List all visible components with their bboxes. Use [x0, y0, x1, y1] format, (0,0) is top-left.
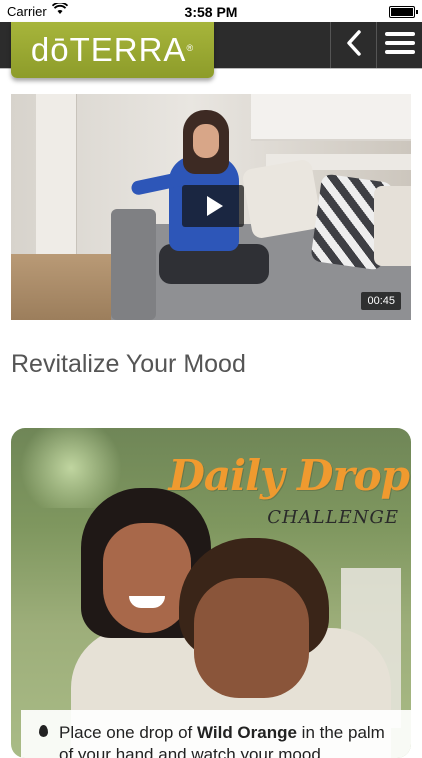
daily-drop-card[interactable]: Daily Drop CHALLENGE Place one drop of W…	[11, 428, 411, 758]
tip-prefix: Place one drop of	[59, 723, 197, 742]
registered-mark: ®	[186, 43, 195, 53]
play-icon	[207, 196, 223, 216]
card-subheading: CHALLENGE	[267, 507, 399, 528]
video-scene-sofa-arm	[111, 209, 156, 320]
chevron-left-icon	[346, 29, 362, 61]
video-scene-person	[193, 124, 219, 158]
brand-name: dōTERRA	[30, 31, 187, 68]
play-button[interactable]	[182, 185, 244, 227]
back-button[interactable]	[331, 22, 376, 68]
card-heading: Daily Drop	[168, 451, 410, 500]
menu-button[interactable]	[377, 22, 422, 68]
video-player[interactable]: 00:45	[11, 94, 411, 320]
video-scene-door	[36, 94, 77, 259]
section-title: Revitalize Your Mood	[11, 350, 246, 378]
card-photo-mother	[103, 523, 191, 633]
video-duration: 00:45	[361, 292, 401, 310]
tip-text: Place one drop of Wild Orange in the pal…	[59, 722, 399, 758]
tip-oil-name: Wild Orange	[196, 723, 297, 742]
tip-panel: Place one drop of Wild Orange in the pal…	[21, 710, 411, 758]
drop-icon	[39, 725, 48, 737]
status-bar: Carrier 3:58 PM	[0, 0, 422, 22]
doterra-logo[interactable]: dōTERRA®	[11, 22, 214, 78]
video-scene-pillow	[241, 158, 323, 240]
video-scene-pillow	[374, 186, 411, 266]
card-photo-child	[194, 578, 309, 698]
video-scene-cabinet	[251, 94, 411, 141]
hamburger-menu-icon	[384, 31, 415, 59]
battery-icon	[389, 6, 418, 18]
status-time: 3:58 PM	[184, 4, 238, 20]
